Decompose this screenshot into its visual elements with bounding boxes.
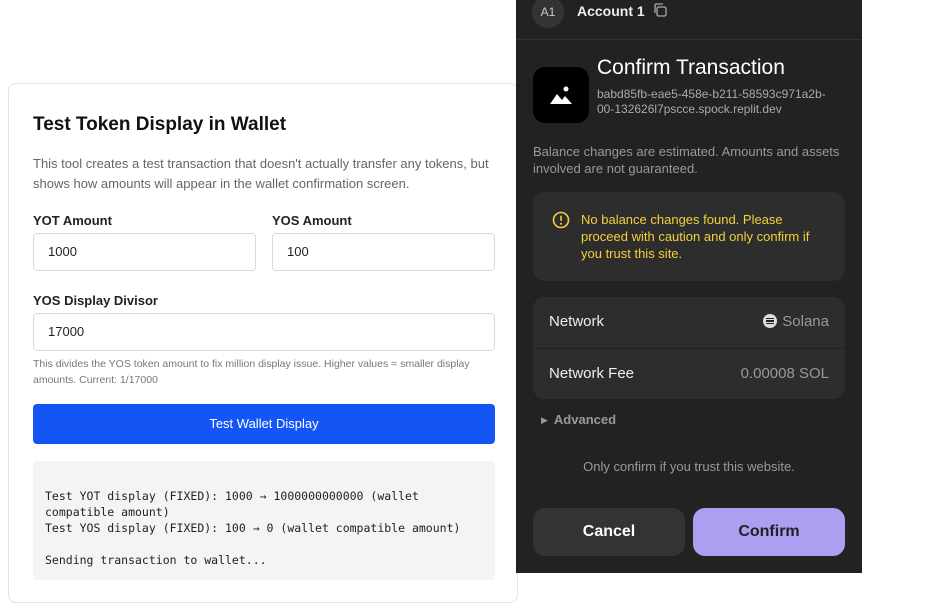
network-fee-row: Network Fee 0.00008 SOL	[533, 348, 845, 399]
log-line: Test YOT display (FIXED): 1000 → 1000000…	[45, 489, 426, 519]
test-token-card: Test Token Display in Wallet This tool c…	[8, 83, 518, 603]
divisor-hint: This divides the YOS token amount to fix…	[33, 358, 470, 386]
log-line: Sending transaction to wallet...	[45, 553, 267, 567]
solana-icon	[763, 314, 778, 328]
account-avatar[interactable]: A1	[532, 0, 564, 28]
log-line: Test YOS display (FIXED): 100 → 0 (walle…	[45, 521, 461, 535]
warning-text: No balance changes found. Please proceed…	[581, 212, 810, 261]
account-header[interactable]: A1 Account 1	[516, 0, 862, 40]
yos-amount-input[interactable]: 100	[272, 233, 495, 271]
account-name[interactable]: Account 1	[577, 3, 645, 19]
confirm-transaction-title: Confirm Transaction	[597, 56, 785, 79]
warning-box: No balance changes found. Please proceed…	[533, 192, 845, 281]
network-label: Network	[549, 313, 605, 330]
network-row: Network Solana	[533, 297, 845, 348]
confirm-button[interactable]: Confirm	[693, 508, 845, 556]
wallet-popup: A1 Account 1 Confirm Transaction babd85f…	[516, 0, 862, 573]
site-origin: babd85fb-eae5-458e-b211-58593c971a2b-00-…	[597, 87, 826, 116]
copy-icon[interactable]	[653, 3, 667, 17]
card-description: This tool creates a test transaction tha…	[33, 156, 489, 191]
card-title: Test Token Display in Wallet	[33, 114, 287, 135]
transaction-details: Network Solana Network Fee 0.00008 SOL	[533, 297, 845, 399]
output-log: Test YOT display (FIXED): 1000 → 1000000…	[33, 461, 495, 580]
yos-amount-label: YOS Amount	[272, 213, 352, 228]
site-image-icon	[533, 67, 589, 123]
divisor-input[interactable]: 17000	[33, 313, 495, 351]
cancel-button[interactable]: Cancel	[533, 508, 685, 556]
info-circle-icon	[552, 211, 570, 229]
divisor-label: YOS Display Divisor	[33, 293, 158, 308]
trust-note: Only confirm if you trust this website.	[583, 459, 795, 474]
network-fee-label: Network Fee	[549, 365, 635, 382]
network-value: Solana	[763, 313, 829, 330]
yot-amount-input[interactable]: 1000	[33, 233, 256, 271]
network-fee-value: 0.00008 SOL	[740, 365, 829, 382]
caret-right-icon: ▶	[541, 415, 548, 425]
test-wallet-display-button[interactable]: Test Wallet Display	[33, 404, 495, 444]
network-name: Solana	[782, 313, 829, 330]
yot-amount-label: YOT Amount	[33, 213, 112, 228]
advanced-toggle[interactable]: ▶ Advanced	[541, 412, 616, 427]
advanced-label: Advanced	[553, 412, 617, 427]
estimate-note: Balance changes are estimated. Amounts a…	[533, 144, 840, 176]
